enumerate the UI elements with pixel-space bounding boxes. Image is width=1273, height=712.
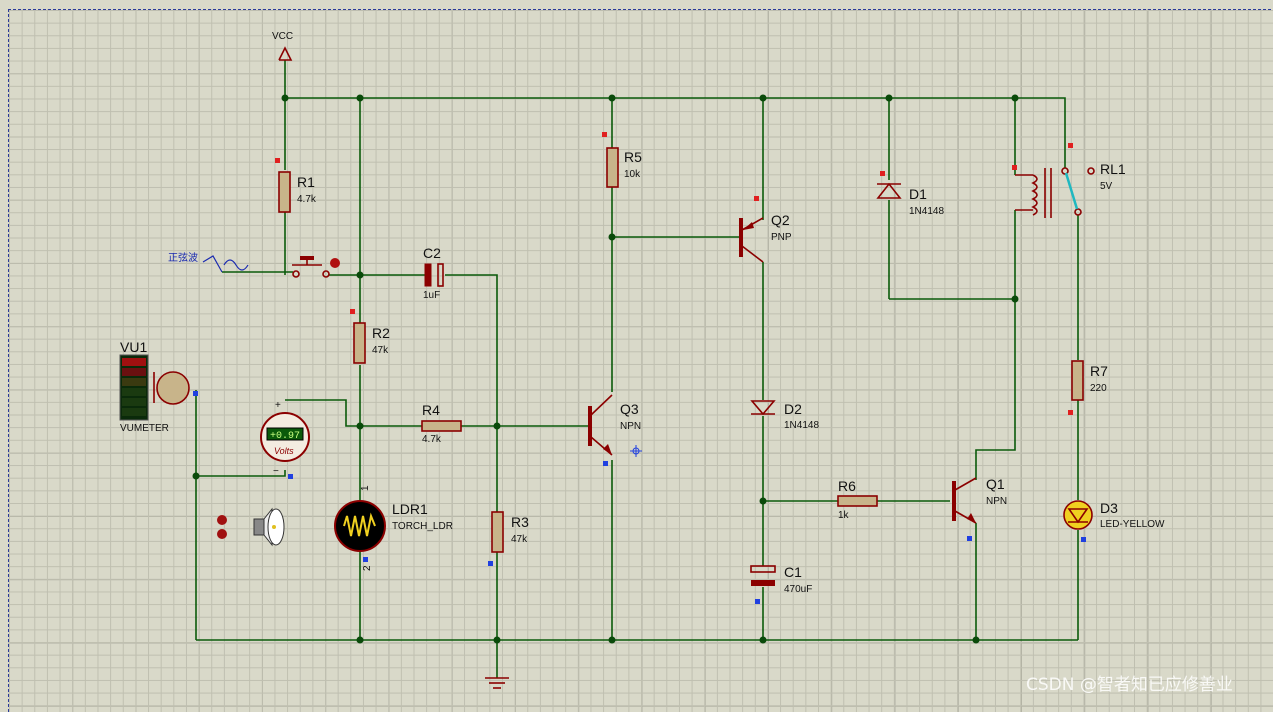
c1-value: 470uF (784, 584, 812, 595)
d3-value: LED-YELLOW (1100, 519, 1165, 530)
relay-rl1[interactable]: RL1 5V (1012, 143, 1126, 218)
sine-source[interactable]: 正弦波 (168, 251, 249, 273)
diode-d1[interactable]: D1 1N4148 (876, 171, 944, 217)
r6-ref: R6 (838, 478, 856, 494)
diode-d2[interactable]: D2 1N4148 (750, 400, 819, 431)
q2-ref: Q2 (771, 212, 790, 228)
vcc-label: VCC (272, 31, 293, 42)
ldr1-ref: LDR1 (392, 501, 428, 517)
c2-value: 1uF (423, 290, 440, 301)
r2-value: 47k (372, 345, 389, 356)
voltmeter[interactable]: +0.97 Volts + − (260, 400, 310, 479)
sine-source-label: 正弦波 (168, 251, 198, 264)
resistor-r5[interactable]: R5 10k (602, 132, 642, 188)
resistor-r3[interactable]: R3 47k (488, 511, 529, 566)
r5-value: 10k (624, 169, 641, 180)
schematic-svg[interactable]: VCC R1 4.7k R2 47k R3 47k R4 4.7k R5 10k (0, 0, 1273, 703)
schematic-canvas[interactable]: VCC R1 4.7k R2 47k R3 47k R4 4.7k R5 10k (0, 0, 1273, 712)
transistor-q2[interactable]: Q2 PNP (739, 196, 792, 263)
r3-value: 47k (511, 534, 528, 545)
capacitor-c2[interactable]: C2 1uF (423, 245, 444, 301)
q1-value: NPN (986, 496, 1007, 507)
resistor-r2[interactable]: R2 47k (350, 309, 390, 364)
q3-ref: Q3 (620, 401, 639, 417)
ldr1-pin2: 2 (362, 565, 373, 571)
capacitor-c1[interactable]: C1 470uF (750, 564, 812, 604)
r2-ref: R2 (372, 325, 390, 341)
ground-symbol[interactable] (485, 677, 509, 689)
q1-ref: Q1 (986, 476, 1005, 492)
d1-ref: D1 (909, 186, 927, 202)
d2-ref: D2 (784, 401, 802, 417)
voltmeter-reading: +0.97 (270, 431, 300, 442)
voltmeter-minus: − (273, 466, 279, 477)
led-d3[interactable]: D3 LED-YELLOW (1063, 500, 1165, 542)
crosshair-marker (630, 445, 642, 457)
r1-ref: R1 (297, 174, 315, 190)
d1-value: 1N4148 (909, 206, 944, 217)
vu1-ref: VU1 (120, 339, 147, 355)
transistor-q3[interactable]: Q3 NPN (588, 394, 641, 466)
q2-value: PNP (771, 232, 792, 243)
ldr-ldr1[interactable]: 1 2 LDR1 TORCH_LDR (334, 485, 453, 571)
voltmeter-unit: Volts (274, 446, 294, 456)
c1-ref: C1 (784, 564, 802, 580)
vu-meter[interactable]: VU1 VUMETER (119, 339, 198, 434)
r5-ref: R5 (624, 149, 642, 165)
r1-value: 4.7k (297, 194, 317, 205)
r3-ref: R3 (511, 514, 529, 530)
r4-value: 4.7k (422, 434, 442, 445)
watermark: CSDN @智者知已应修善业 (1026, 675, 1233, 695)
r7-ref: R7 (1090, 363, 1108, 379)
r4-ref: R4 (422, 402, 440, 418)
vu1-value: VUMETER (120, 423, 169, 434)
transistor-q1[interactable]: Q1 NPN (952, 476, 1007, 541)
speaker[interactable] (217, 507, 285, 547)
d2-value: 1N4148 (784, 420, 819, 431)
q3-value: NPN (620, 421, 641, 432)
rl1-value: 5V (1100, 181, 1113, 192)
resistor-r4[interactable]: R4 4.7k (421, 402, 462, 445)
voltmeter-plus: + (275, 400, 281, 411)
r6-value: 1k (838, 510, 850, 521)
rl1-ref: RL1 (1100, 161, 1126, 177)
resistor-r7[interactable]: R7 220 (1068, 360, 1108, 415)
push-button-switch[interactable] (292, 256, 340, 278)
c2-ref: C2 (423, 245, 441, 261)
vcc-terminal[interactable]: VCC (272, 31, 293, 61)
r7-value: 220 (1090, 383, 1107, 394)
resistor-r1[interactable]: R1 4.7k (275, 158, 317, 213)
d3-ref: D3 (1100, 500, 1118, 516)
resistor-r6[interactable]: R6 1k (837, 478, 878, 521)
junctions (192, 94, 1019, 644)
ldr1-value: TORCH_LDR (392, 521, 453, 532)
ldr1-pin1: 1 (360, 485, 371, 491)
